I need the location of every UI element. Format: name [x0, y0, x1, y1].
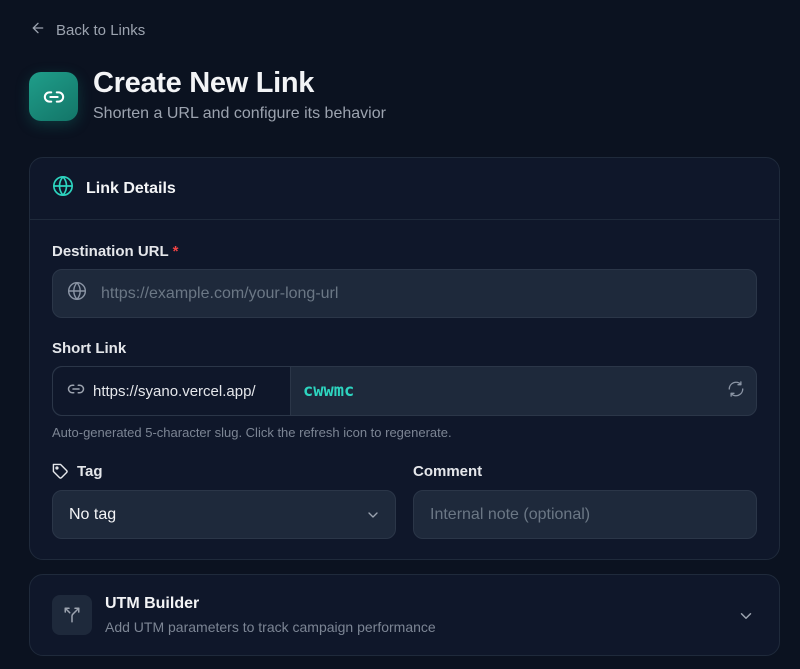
link-icon: [29, 72, 78, 121]
chevron-down-icon: [365, 507, 381, 523]
destination-url-input[interactable]: https://example.com/your-long-url: [52, 269, 757, 318]
comment-label: Comment: [413, 463, 483, 480]
destination-url-label-text: Destination URL: [52, 243, 169, 260]
arrow-left-icon: [30, 20, 46, 40]
tag-select[interactable]: No tag: [52, 490, 396, 539]
short-link-prefix: https://syano.vercel.app/: [53, 367, 291, 415]
link-details-header: Link Details: [30, 158, 779, 220]
back-to-links-link[interactable]: Back to Links: [30, 20, 145, 40]
page-header: Create New Link Shorten a URL and config…: [29, 66, 386, 123]
comment-input[interactable]: Internal note (optional): [413, 490, 757, 539]
tag-icon: [52, 463, 69, 480]
split-icon: [52, 595, 92, 635]
create-link-page: Back to Links Create New Link Shorten a …: [0, 0, 800, 669]
slug-input[interactable]: cwwmc: [291, 381, 716, 401]
comment-placeholder: Internal note (optional): [430, 505, 591, 523]
destination-url-placeholder: https://example.com/your-long-url: [101, 284, 339, 302]
page-title: Create New Link: [93, 67, 315, 99]
required-mark: *: [172, 243, 179, 260]
link-icon: [67, 380, 85, 402]
refresh-slug-button[interactable]: [716, 380, 756, 403]
tag-label: Tag: [52, 463, 103, 480]
short-link-domain: https://syano.vercel.app/: [93, 382, 256, 400]
utm-builder-toggle[interactable]: UTM Builder Add UTM parameters to track …: [29, 574, 780, 656]
link-details-card: Link Details Destination URL * https://ex…: [29, 157, 780, 560]
short-link-field: https://syano.vercel.app/ cwwmc: [52, 366, 757, 416]
globe-icon: [67, 281, 87, 306]
section-title: Link Details: [86, 179, 176, 197]
destination-url-label: Destination URL *: [52, 243, 179, 260]
globe-icon: [52, 175, 74, 202]
back-link-label: Back to Links: [56, 21, 146, 39]
page-subtitle: Shorten a URL and configure its behavior: [93, 105, 386, 122]
chevron-down-icon: [737, 607, 755, 625]
short-link-label: Short Link: [52, 340, 127, 357]
utm-builder-description: Add UTM parameters to track campaign per…: [105, 619, 436, 635]
utm-builder-title: UTM Builder: [105, 595, 200, 612]
tag-selected-value: No tag: [69, 505, 117, 523]
slug-help-text: Auto-generated 5-character slug. Click t…: [52, 425, 452, 440]
refresh-icon: [727, 380, 745, 403]
tag-label-text: Tag: [77, 463, 103, 480]
